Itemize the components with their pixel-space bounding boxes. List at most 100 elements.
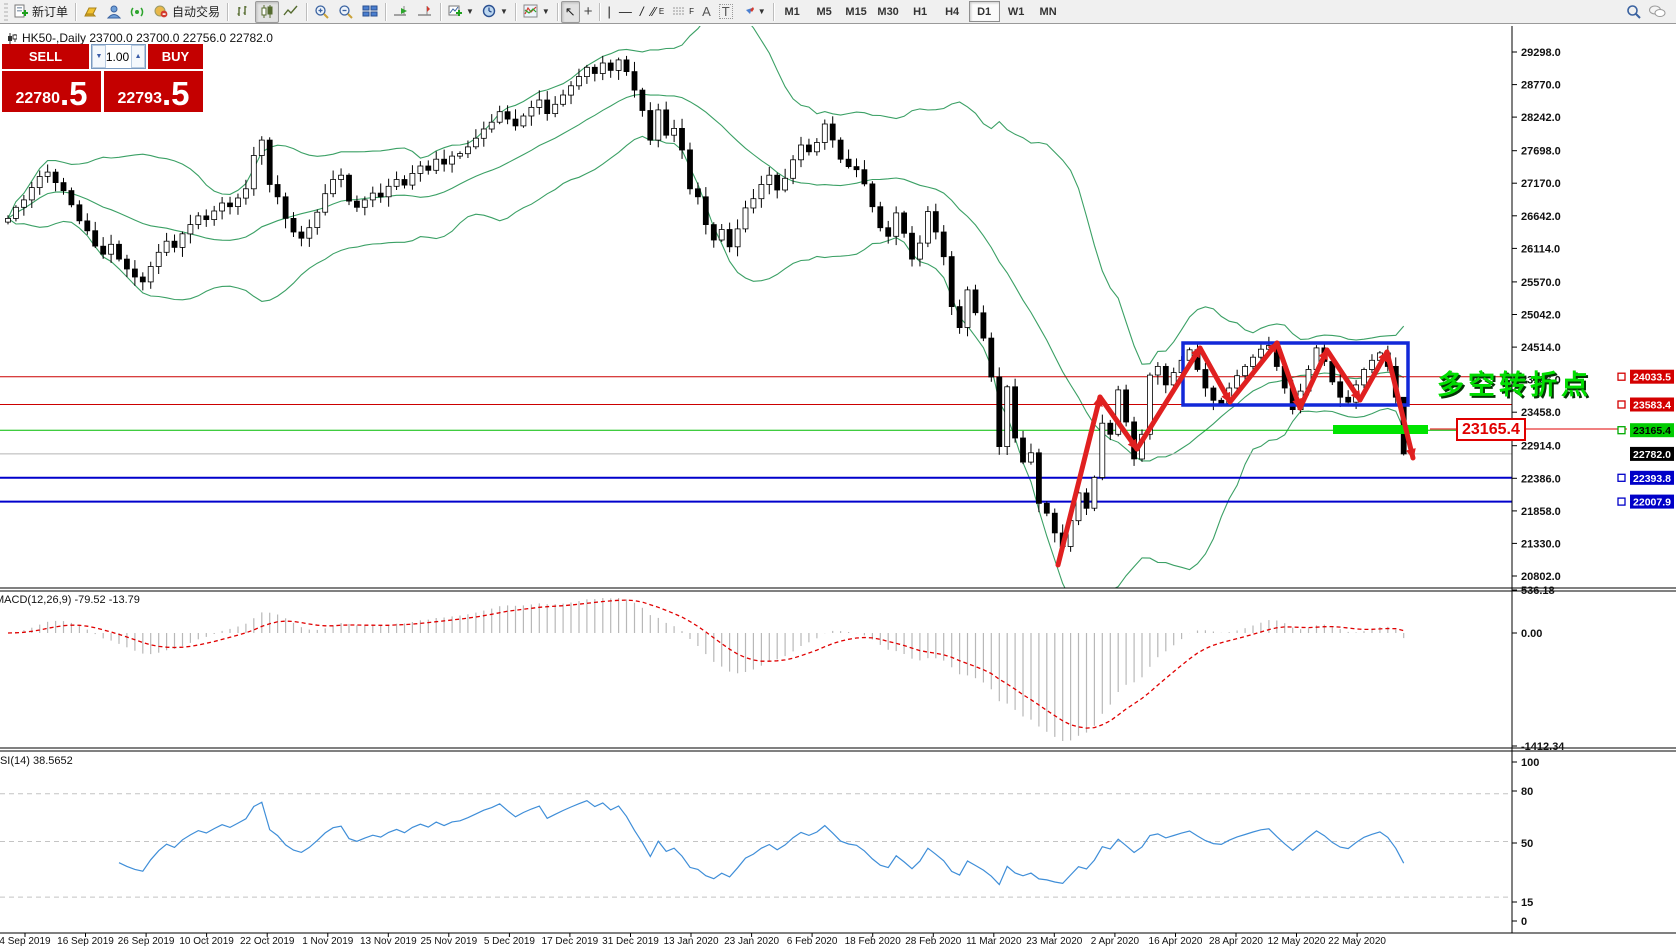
bar-chart-button[interactable]	[231, 1, 255, 23]
svg-text:22393.8: 22393.8	[1633, 473, 1671, 485]
horizontal-line-tool[interactable]: —	[615, 1, 636, 23]
cursor-tool-button[interactable]: ↖	[561, 1, 580, 23]
channel-tool[interactable]: ⁄⁄E	[647, 1, 668, 23]
new-order-button[interactable]: 新订单	[10, 1, 72, 23]
period-dropdown[interactable]: ▼	[478, 1, 512, 23]
volume-input[interactable]: 1.00	[106, 45, 131, 68]
svg-text:18 Feb 2020: 18 Feb 2020	[845, 936, 902, 947]
timeframe-button-w1[interactable]: W1	[1001, 1, 1032, 22]
svg-text:536.18: 536.18	[1521, 585, 1555, 597]
symbol-ohlc-text: HK50-,Daily 23700.0 23700.0 22756.0 2278…	[22, 31, 273, 45]
chart-shift-button[interactable]	[413, 1, 437, 23]
search-icon[interactable]	[1626, 4, 1642, 20]
chart-shift-icon	[417, 4, 433, 19]
buy-price[interactable]: 22793.5	[104, 71, 203, 112]
auto-scroll-icon	[393, 4, 409, 19]
tile-windows-icon	[362, 4, 378, 19]
sell-button[interactable]: SELL	[2, 44, 89, 69]
chat-icon[interactable]	[1648, 4, 1666, 19]
svg-text:31 Dec 2019: 31 Dec 2019	[602, 936, 659, 947]
line-handle	[1618, 401, 1625, 408]
svg-text:22007.9: 22007.9	[1633, 497, 1671, 509]
trendline-tool[interactable]: /	[636, 1, 648, 23]
macd-indicator-label: MACD(12,26,9) -79.52 -13.79	[0, 594, 140, 606]
svg-text:13 Jan 2020: 13 Jan 2020	[663, 936, 718, 947]
volume-spinner: ▼ 1.00 ▲	[91, 44, 146, 69]
svg-text:25 Nov 2019: 25 Nov 2019	[420, 936, 477, 947]
sell-price[interactable]: 22780.5	[2, 71, 101, 112]
zoom-out-button[interactable]	[334, 1, 358, 23]
signal-button[interactable]	[126, 1, 149, 23]
svg-text:12 May 2020: 12 May 2020	[1268, 936, 1326, 947]
auto-trading-icon	[153, 4, 169, 19]
timeframe-button-m5[interactable]: M5	[809, 1, 840, 22]
svg-text:16 Sep 2019: 16 Sep 2019	[57, 936, 114, 947]
timeframe-button-h4[interactable]: H4	[937, 1, 968, 22]
svg-text:10 Oct 2019: 10 Oct 2019	[179, 936, 234, 947]
gold-button[interactable]	[79, 1, 103, 23]
shapes-dropdown[interactable]: ▼	[737, 1, 770, 23]
svg-text:26114.0: 26114.0	[1521, 243, 1560, 255]
crosshair-tool-button[interactable]: +	[580, 1, 597, 23]
time-axis[interactable]: 4 Sep 2019 16 Sep 2019 26 Sep 2019 10 Oct 2…	[0, 933, 1386, 947]
timeframe-button-h1[interactable]: H1	[905, 1, 936, 22]
new-chart-icon	[448, 4, 463, 19]
clock-icon	[482, 4, 497, 19]
volume-increase-button[interactable]: ▲	[131, 45, 145, 68]
fibonacci-tool[interactable]: F	[668, 1, 698, 23]
svg-text:29298.0: 29298.0	[1521, 47, 1561, 59]
text-tool[interactable]: A	[698, 1, 715, 23]
gold-icon	[83, 4, 99, 19]
auto-trading-label: 自动交易	[172, 3, 220, 20]
timeframe-button-m30[interactable]: M30	[873, 1, 904, 22]
auto-trading-button[interactable]: 自动交易	[149, 1, 224, 23]
caret-down-icon: ▼	[500, 7, 508, 16]
support-highlight-bar[interactable]	[1333, 425, 1428, 434]
volume-decrease-button[interactable]: ▼	[92, 45, 106, 68]
svg-text:17 Dec 2019: 17 Dec 2019	[542, 936, 599, 947]
line-chart-button[interactable]	[279, 1, 303, 23]
fibonacci-icon	[672, 5, 686, 18]
mt4-window: 新订单 自动交易	[0, 0, 1676, 950]
tile-windows-button[interactable]	[358, 1, 382, 23]
new-chart-dropdown[interactable]: ▼	[444, 1, 478, 23]
svg-text:23458.0: 23458.0	[1521, 407, 1561, 419]
indicators-dropdown[interactable]: ▼	[519, 1, 554, 23]
zoom-out-icon	[338, 4, 354, 20]
svg-text:26 Sep 2019: 26 Sep 2019	[118, 936, 175, 947]
timeframe-button-d1[interactable]: D1	[969, 1, 1000, 22]
trendline-icon: /	[640, 5, 644, 18]
zoom-in-button[interactable]	[310, 1, 334, 23]
vertical-line-icon: |	[607, 5, 610, 18]
turning-point-annotation[interactable]: 多空转折点	[1437, 363, 1592, 402]
signal-icon	[130, 4, 145, 19]
timeframe-button-m15[interactable]: M15	[841, 1, 872, 22]
label-tool[interactable]: T	[715, 1, 737, 23]
line-handle	[1618, 373, 1625, 380]
svg-text:5 Dec 2019: 5 Dec 2019	[484, 936, 536, 947]
text-tool-icon: A	[702, 5, 711, 18]
candlestick-chart-button[interactable]	[255, 1, 279, 23]
timeframe-button-mn[interactable]: MN	[1033, 1, 1064, 22]
svg-text:23165.4: 23165.4	[1633, 425, 1671, 437]
svg-text:22 May 2020: 22 May 2020	[1328, 936, 1386, 947]
rsi-indicator-label: RSI(14) 38.5652	[0, 755, 73, 767]
level-callout-label[interactable]: 23165.4	[1456, 418, 1526, 441]
zoom-in-icon	[314, 4, 330, 20]
horizontal-line-icon: —	[619, 5, 632, 18]
svg-text:22 Oct 2019: 22 Oct 2019	[240, 936, 295, 947]
one-click-trading-panel: SELL ▼ 1.00 ▲ BUY 22780.5 22793.5	[2, 44, 203, 112]
auto-scroll-button[interactable]	[389, 1, 413, 23]
svg-text:13 Nov 2019: 13 Nov 2019	[360, 936, 417, 947]
caret-down-icon: ▼	[758, 7, 766, 16]
line-handle	[1618, 427, 1625, 434]
toolbar-grip	[4, 3, 8, 21]
svg-text:4 Sep 2019: 4 Sep 2019	[0, 936, 51, 947]
buy-button[interactable]: BUY	[148, 44, 203, 69]
accounts-button[interactable]	[103, 1, 126, 23]
timeframe-button-m1[interactable]: M1	[777, 1, 808, 22]
svg-text:21330.0: 21330.0	[1521, 538, 1561, 550]
svg-text:23 Mar 2020: 23 Mar 2020	[1026, 936, 1083, 947]
vertical-line-tool[interactable]: |	[603, 1, 614, 23]
chart-canvas[interactable]: 29298.028770.028242.027698.027170.026642…	[0, 25, 1676, 950]
